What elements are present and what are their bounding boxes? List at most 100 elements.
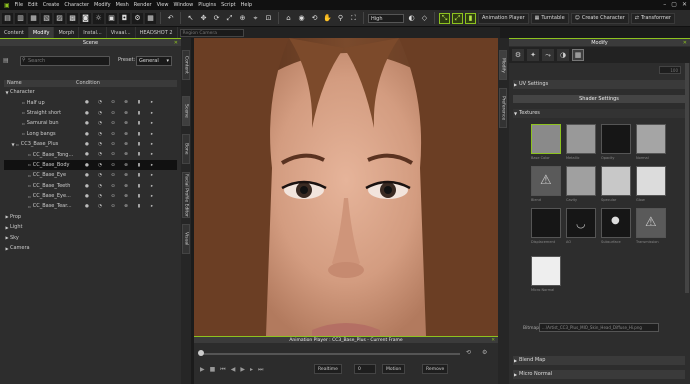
menu-file[interactable]: File	[15, 2, 23, 8]
lock-icon[interactable]: ⊙	[109, 204, 117, 209]
menu-character[interactable]: Character	[64, 2, 89, 8]
panel-close-icon[interactable]: ✕	[491, 337, 495, 344]
texture-slot[interactable]: ⚠	[531, 166, 561, 196]
transformer-button[interactable]: ⇄ Transformer	[630, 12, 675, 24]
micro-normal-section[interactable]: ▶ Micro Normal	[513, 370, 685, 379]
uv-settings-section[interactable]: ▶ UV Settings	[513, 80, 685, 89]
render-icon[interactable]: ▮	[135, 173, 143, 178]
scene-tree-row[interactable]: ▶ Light	[4, 222, 177, 232]
lock-icon[interactable]: ⊙	[109, 121, 117, 126]
scene-tree-row[interactable]: ▫ CC_Base_Eye ● ◔ ⊙ ⊕ ▮ ▸	[4, 170, 177, 180]
pick-icon[interactable]: ◔	[96, 204, 104, 209]
scene-tree-row[interactable]: ▫ CC_Base_Tong... ● ◔ ⊙ ⊕ ▮ ▸	[4, 149, 177, 159]
texture-slot[interactable]	[601, 124, 631, 154]
scene-tree-row[interactable]: ▫ Long bangs ● ◔ ⊙ ⊕ ▮ ▸	[4, 129, 177, 139]
render-icon[interactable]: ▮	[135, 132, 143, 137]
remove-button[interactable]: Remove	[422, 364, 449, 374]
rotate-icon[interactable]: ⟳	[211, 13, 222, 24]
settings-icon[interactable]: ⚙	[482, 349, 487, 356]
wireframe-icon[interactable]: ◇	[419, 13, 430, 24]
render-icon[interactable]: ▮	[135, 204, 143, 209]
visible-icon[interactable]: ●	[83, 194, 91, 199]
pose-icon[interactable]: ⤡	[439, 12, 450, 24]
snap-icon[interactable]: ⌖	[250, 13, 261, 24]
render-icon[interactable]: ▮	[135, 100, 143, 105]
side-tab-modify[interactable]: Modify	[499, 50, 507, 80]
scene-filter-icon[interactable]: ▤	[3, 57, 9, 64]
motion-icon[interactable]: ⤢	[452, 12, 463, 24]
minimize-icon[interactable]: –	[663, 1, 666, 8]
camera-icon[interactable]: ◘	[119, 12, 130, 24]
pick-icon[interactable]: ◔	[96, 142, 104, 147]
menu-script[interactable]: Script	[221, 2, 236, 8]
timeline-slider[interactable]	[200, 353, 460, 355]
shadow-icon[interactable]: ⊕	[122, 121, 130, 126]
render-icon[interactable]: ▮	[135, 111, 143, 116]
visible-icon[interactable]: ●	[83, 111, 91, 116]
maximize-icon[interactable]: ▢	[671, 1, 677, 8]
shadow-icon[interactable]: ⊕	[122, 132, 130, 137]
save-icon[interactable]: ▦	[28, 12, 39, 24]
quality-select[interactable]: High	[368, 13, 404, 23]
menu-view[interactable]: View	[157, 2, 169, 8]
texture-slot[interactable]	[636, 124, 666, 154]
pick-icon[interactable]: ◔	[96, 132, 104, 137]
shadow-icon[interactable]: ⊕	[122, 204, 130, 209]
tab-headshot[interactable]: HEADSHOT 2	[136, 27, 178, 38]
texture-slot[interactable]	[531, 256, 561, 286]
frame-field[interactable]: 0	[354, 364, 376, 374]
orbit-icon[interactable]: ⟲	[309, 13, 320, 24]
more-icon[interactable]: ▸	[148, 173, 156, 178]
zoom-icon[interactable]: ⚲	[335, 13, 346, 24]
menu-create[interactable]: Create	[43, 2, 60, 8]
visible-icon[interactable]: ●	[83, 152, 91, 157]
lock-icon[interactable]: ⊙	[109, 142, 117, 147]
tab-content[interactable]: Content	[0, 27, 29, 38]
scene-tree-row[interactable]: ▫ CC_Base_Teeth ● ◔ ⊙ ⊕ ▮ ▸	[4, 181, 177, 191]
scale-icon[interactable]: ⤢	[224, 13, 235, 24]
panel-close-icon[interactable]: ✕	[683, 39, 687, 47]
shading-icon[interactable]: ◐	[406, 13, 417, 24]
play-icon[interactable]: ▶	[200, 366, 205, 374]
scene-tree-row[interactable]: ▫ CC_Base_Tear... ● ◔ ⊙ ⊕ ▮ ▸	[4, 201, 177, 211]
tab-modify[interactable]: Modify	[28, 27, 55, 38]
scene-tree-row[interactable]: ▫ Straight short ● ◔ ⊙ ⊕ ▮ ▸	[4, 108, 177, 118]
side-tab-visual[interactable]: Visual	[182, 224, 190, 254]
pick-icon[interactable]: ◔	[96, 184, 104, 189]
scene-tree-row[interactable]: ▶ Camera	[4, 243, 177, 253]
open-project-icon[interactable]: ▥	[15, 12, 26, 24]
move-icon[interactable]: ✥	[198, 13, 209, 24]
menu-window[interactable]: Window	[173, 2, 193, 8]
visible-icon[interactable]: ●	[83, 204, 91, 209]
turntable-button[interactable]: ▦ Turntable	[530, 12, 569, 24]
close-icon[interactable]: ✕	[682, 1, 687, 8]
region-camera-field[interactable]: Region Camera	[179, 28, 244, 37]
menu-help[interactable]: Help	[241, 2, 252, 8]
shadow-icon[interactable]: ⊕	[122, 163, 130, 168]
lock-icon[interactable]: ⊙	[109, 163, 117, 168]
visible-icon[interactable]: ●	[83, 184, 91, 189]
shadow-icon[interactable]: ⊕	[122, 100, 130, 105]
render-icon[interactable]: ▮	[135, 121, 143, 126]
shadow-icon[interactable]: ⊕	[122, 194, 130, 199]
modify-scrollbar[interactable]	[685, 63, 689, 293]
menu-edit[interactable]: Edit	[28, 2, 38, 8]
lock-icon[interactable]: ⊙	[109, 100, 117, 105]
attribute-icon[interactable]: ⚙	[512, 49, 524, 61]
pick-icon[interactable]: ◔	[96, 173, 104, 178]
bitmap-path-field[interactable]: ...\Artist_CC3_Plus_MIO_Skin_Head_Diffus…	[539, 323, 659, 332]
shadow-icon[interactable]: ⊕	[122, 111, 130, 116]
more-icon[interactable]: ▸	[148, 184, 156, 189]
shadow-icon[interactable]: ⊕	[122, 184, 130, 189]
render-icon[interactable]: ▩	[67, 12, 78, 24]
texture-slot[interactable]	[531, 124, 561, 154]
render-icon[interactable]: ▮	[135, 152, 143, 157]
render-icon[interactable]: ▮	[135, 194, 143, 199]
prev-frame-icon[interactable]: ◀	[231, 366, 236, 374]
blend-map-section[interactable]: ▶ Blend Map	[513, 356, 685, 365]
more-icon[interactable]: ▸	[148, 204, 156, 209]
preset-select[interactable]: General ▾	[136, 56, 172, 66]
lock-icon[interactable]: ⊙	[109, 173, 117, 178]
shadow-icon[interactable]: ⊕	[122, 152, 130, 157]
photo-icon[interactable]: ◙	[80, 12, 91, 24]
